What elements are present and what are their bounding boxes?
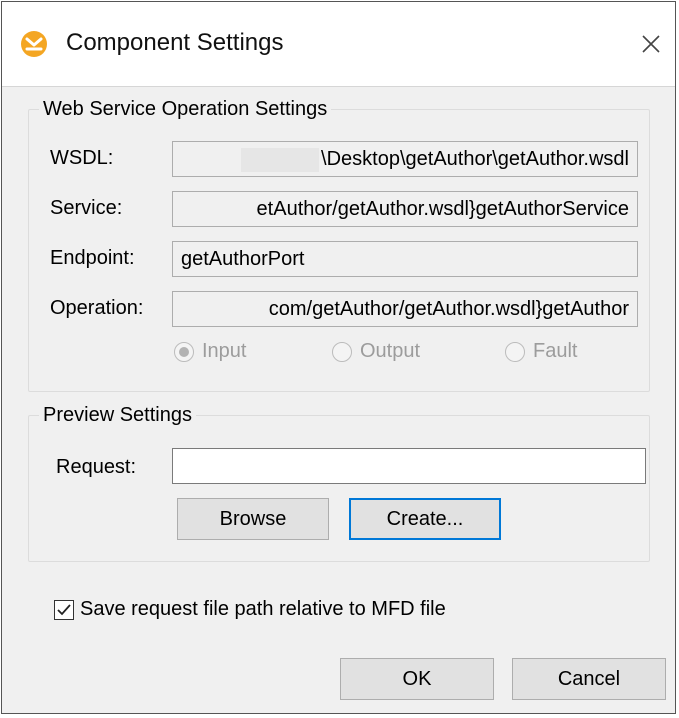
checkmark-icon [57,603,71,615]
radio-output[interactable]: Output [332,340,420,363]
window-title: Component Settings [66,29,284,56]
web-service-operation-legend: Web Service Operation Settings [43,98,328,120]
ok-button[interactable]: OK [340,658,494,700]
redacted-path [241,147,320,172]
radio-output-label: Output [360,340,421,362]
preview-settings-legend: Preview Settings [43,404,192,426]
operation-label: Operation: [50,297,144,319]
request-input[interactable] [172,448,646,484]
browse-button[interactable]: Browse [177,498,329,540]
close-button[interactable] [627,2,675,86]
save-relative-checkbox[interactable]: Save request file path relative to MFD f… [54,598,446,621]
radio-input[interactable]: Input [174,340,246,363]
radio-fault-label: Fault [533,340,578,362]
service-label: Service: [50,197,123,219]
close-icon [642,35,660,53]
radio-fault[interactable]: Fault [505,340,577,363]
save-relative-label: Save request file path relative to MFD f… [80,598,446,620]
endpoint-value: getAuthorPort [181,248,305,270]
component-settings-dialog: Component Settings Web Service Operation… [1,1,676,714]
radio-input-circle [174,341,194,362]
save-relative-check [54,599,74,620]
service-field[interactable]: etAuthor/getAuthor.wsdl}getAuthorService [172,191,638,227]
mapforce-app-icon [21,31,47,57]
title-bar: Component Settings [2,2,675,87]
operation-field[interactable]: com/getAuthor/getAuthor.wsdl}getAuthor [172,291,638,327]
service-value: etAuthor/getAuthor.wsdl}getAuthorService [256,198,629,220]
radio-output-circle [332,341,352,362]
operation-value: com/getAuthor/getAuthor.wsdl}getAuthor [268,298,629,320]
endpoint-label: Endpoint: [50,247,135,269]
radio-fault-circle [505,341,525,362]
radio-input-label: Input [202,340,247,362]
cancel-button[interactable]: Cancel [512,658,666,700]
wsdl-field[interactable]: \Desktop\getAuthor\getAuthor.wsdl [172,141,638,177]
wsdl-value: \Desktop\getAuthor\getAuthor.wsdl [321,148,629,170]
endpoint-field[interactable]: getAuthorPort [172,241,638,277]
request-label: Request: [56,456,137,478]
wsdl-label: WSDL: [50,147,114,169]
create-button[interactable]: Create... [349,498,501,540]
